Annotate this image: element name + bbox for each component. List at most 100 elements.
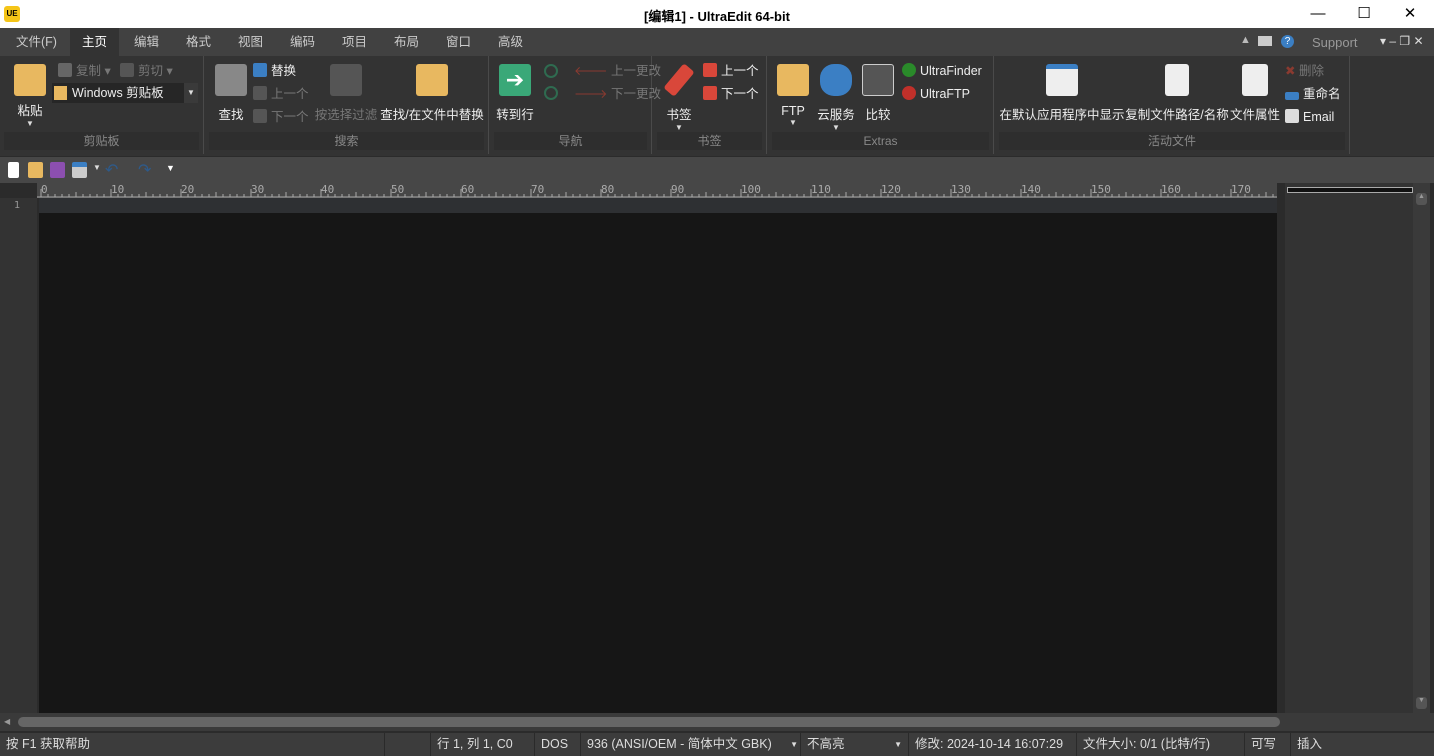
find-in-files-button[interactable]: 查找/在文件中替换 — [379, 64, 485, 123]
ruler-label: 60 — [461, 183, 474, 196]
next-change-button[interactable]: 🡒 下一更改 — [574, 84, 661, 104]
ribbon-minimize-icon[interactable]: ▾ – ❐ ✕ — [1380, 34, 1424, 48]
quick-access-toolbar: ▼ ↶ ↷ ▼ — [0, 157, 1434, 183]
tab-7[interactable]: 布局 — [382, 28, 431, 56]
status-insert-mode[interactable]: 插入 — [1290, 733, 1328, 756]
status-bar: 按 F1 获取帮助 行 1, 列 1, C0 DOS 936 (ANSI/OEM… — [0, 733, 1434, 756]
tab-8[interactable]: 窗口 — [434, 28, 483, 56]
support-menu[interactable]: Support — [1312, 35, 1358, 50]
scroll-left-icon[interactable]: ◀ — [4, 717, 10, 726]
tab-4[interactable]: 视图 — [226, 28, 275, 56]
prev-bookmark-button[interactable]: 上一个 — [703, 61, 759, 81]
redo-icon[interactable]: ↷ — [138, 160, 151, 180]
prev-bookmark-icon — [703, 63, 717, 77]
replace-button[interactable]: 替换 — [253, 61, 296, 81]
find-prev-button[interactable]: 上一个 — [253, 84, 309, 104]
nav-forward-icon[interactable] — [544, 86, 558, 100]
ultrafinder-button[interactable]: UltraFinder — [902, 61, 982, 81]
ultrafinder-label: UltraFinder — [920, 64, 982, 78]
cloud-button[interactable]: 云服务 ▼ — [814, 64, 858, 132]
help-icon[interactable]: ? — [1281, 35, 1294, 48]
vertical-scrollbar[interactable]: ▲ ▼ — [1413, 183, 1430, 713]
status-line-ending[interactable]: DOS — [534, 733, 574, 756]
close-button[interactable]: ✕ — [1387, 0, 1433, 28]
tab-0[interactable]: 文件(F) — [4, 28, 69, 56]
group-navigation: ➔ 转到行 🡐 上一更改 🡒 下一更改 导航 — [490, 56, 661, 154]
tab-1[interactable]: 主页 — [70, 28, 120, 56]
open-folder-icon[interactable] — [28, 162, 43, 178]
ftp-folder-icon — [777, 64, 809, 96]
cut-button[interactable]: 剪切 ▾ — [120, 61, 173, 81]
editor-area[interactable] — [39, 198, 1277, 713]
line-number: 1 — [14, 200, 21, 211]
save-icon[interactable] — [50, 162, 65, 178]
horizontal-scrollbar[interactable]: ◀ — [0, 713, 1434, 731]
clipboard-select-value: Windows 剪贴板 — [72, 86, 164, 100]
line-number-gutter: 1 — [0, 198, 37, 713]
show-in-default-app-button[interactable]: 在默认应用程序中显示 — [999, 64, 1125, 123]
print-icon[interactable] — [72, 162, 87, 178]
compare-button[interactable]: 比较 — [860, 64, 896, 123]
email-icon — [1285, 109, 1299, 123]
tab-6[interactable]: 项目 — [330, 28, 379, 56]
goto-line-button[interactable]: ➔ 转到行 — [494, 64, 536, 123]
ruler-label: 80 — [601, 183, 614, 196]
binoculars-icon — [215, 64, 247, 96]
copy-path-button[interactable]: 复制文件路径/名称 — [1125, 64, 1229, 123]
rename-icon — [1285, 92, 1299, 100]
group-bookmarks: 书签 ▼ 上一个 下一个 书签 — [653, 56, 767, 154]
status-encoding[interactable]: 936 (ANSI/OEM - 简体中文 GBK) ▼ — [580, 733, 800, 756]
bookmark-button[interactable]: 书签 ▼ — [659, 63, 699, 132]
encoding-value: 936 (ANSI/OEM - 简体中文 GBK) — [587, 737, 772, 751]
email-button[interactable]: Email — [1285, 107, 1334, 127]
ultrafinder-icon — [902, 63, 916, 77]
rename-button[interactable]: 重命名 — [1285, 84, 1341, 104]
scroll-down-icon[interactable]: ▼ — [1416, 697, 1427, 709]
tab-2[interactable]: 编辑 — [122, 28, 171, 56]
layout-icon[interactable] — [1258, 36, 1272, 46]
undo-icon[interactable]: ↶ — [105, 160, 118, 180]
chevron-down-icon[interactable]: ▼ — [184, 83, 198, 103]
ftp-button[interactable]: FTP ▼ — [774, 64, 812, 127]
window-arrow-icon — [1046, 64, 1078, 96]
show-default-label: 在默认应用程序中显示 — [999, 108, 1125, 122]
delete-button[interactable]: ✖ 删除 — [1285, 61, 1324, 81]
tab-3[interactable]: 格式 — [174, 28, 223, 56]
clipboard-select[interactable]: Windows 剪贴板 ▼ — [52, 83, 198, 103]
ruler-label: 40 — [321, 183, 334, 196]
ruler-label: 160 — [1161, 183, 1181, 196]
copy-button[interactable]: 复制 ▾ — [58, 61, 111, 81]
collapse-ribbon-icon[interactable]: ▲ — [1240, 34, 1251, 46]
minimize-button[interactable]: — — [1295, 0, 1341, 28]
next-bookmark-button[interactable]: 下一个 — [703, 84, 759, 104]
prev-change-button[interactable]: 🡐 上一更改 — [574, 61, 661, 81]
nav-back-icon[interactable] — [544, 64, 558, 78]
file-properties-button[interactable]: 文件属性 — [1229, 64, 1281, 123]
find-next-button[interactable]: 下一个 — [253, 107, 309, 127]
ruler-label: 110 — [811, 183, 831, 196]
filter-button[interactable]: 按选择过滤 — [313, 64, 379, 123]
scroll-up-icon[interactable]: ▲ — [1416, 193, 1427, 205]
chevron-down-icon: ▼ — [790, 740, 798, 749]
tab-5[interactable]: 编码 — [278, 28, 327, 56]
find-button[interactable]: 查找 — [213, 64, 249, 123]
prev-bookmark-label: 上一个 — [721, 64, 759, 78]
group-label: 活动文件 — [999, 132, 1345, 150]
tab-9[interactable]: 高级 — [486, 28, 535, 56]
status-position[interactable]: 行 1, 列 1, C0 — [430, 733, 519, 756]
maximize-button[interactable]: ☐ — [1341, 0, 1387, 28]
ultraftp-button[interactable]: UltraFTP — [902, 84, 970, 104]
status-writable[interactable]: 可写 — [1244, 733, 1290, 756]
print-dropdown-icon[interactable]: ▼ — [93, 163, 101, 172]
status-highlight[interactable]: 不高亮 ▼ — [800, 733, 906, 756]
paste-label: 粘贴 — [17, 104, 43, 118]
new-file-icon[interactable] — [8, 162, 19, 178]
ftp-label: FTP — [781, 104, 805, 118]
scroll-thumb[interactable] — [18, 717, 1280, 727]
paste-button[interactable]: 粘贴 ▼ — [10, 64, 50, 128]
find-in-files-label: 查找/在文件中替换 — [380, 108, 484, 122]
group-active-file: 在默认应用程序中显示 复制文件路径/名称 文件属性 ✖ 删除 重命名 Email… — [995, 56, 1350, 154]
group-label: 搜索 — [209, 132, 484, 150]
copy-label: 复制 — [76, 64, 102, 78]
customize-toolbar-icon[interactable]: ▼ — [166, 163, 175, 173]
